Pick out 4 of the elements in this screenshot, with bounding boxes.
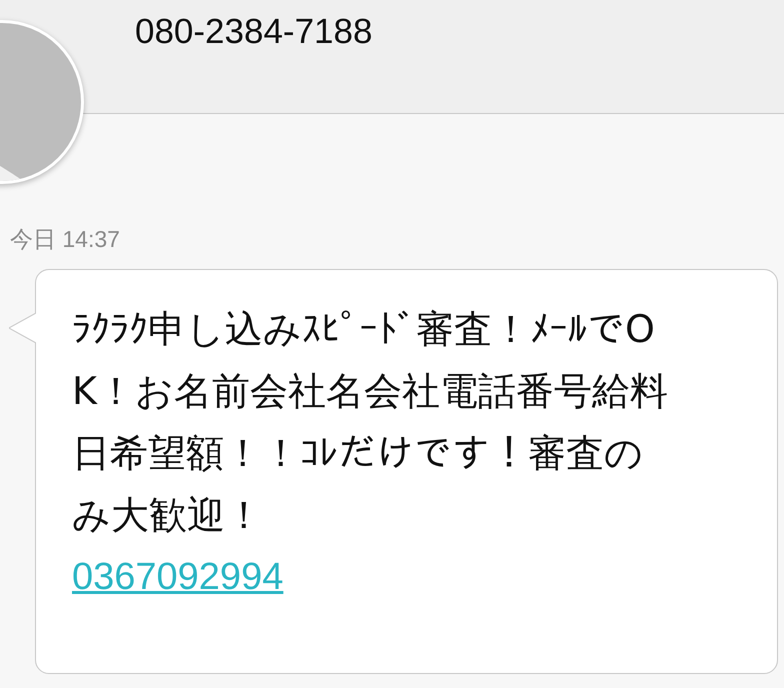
phone-link[interactable]: 0367092994 — [72, 546, 284, 608]
message-time: 今日 14:37 — [10, 225, 120, 254]
contact-number: 080-2384-7188 — [135, 12, 372, 51]
message-text: ﾗｸﾗｸ申し込みｽﾋﾟｰﾄﾞ審査！ﾒｰﾙでOK！お名前会社名会社電話番号給料日希望額！！ｺﾚだけです！審査のみ大歓迎！ — [72, 306, 669, 539]
